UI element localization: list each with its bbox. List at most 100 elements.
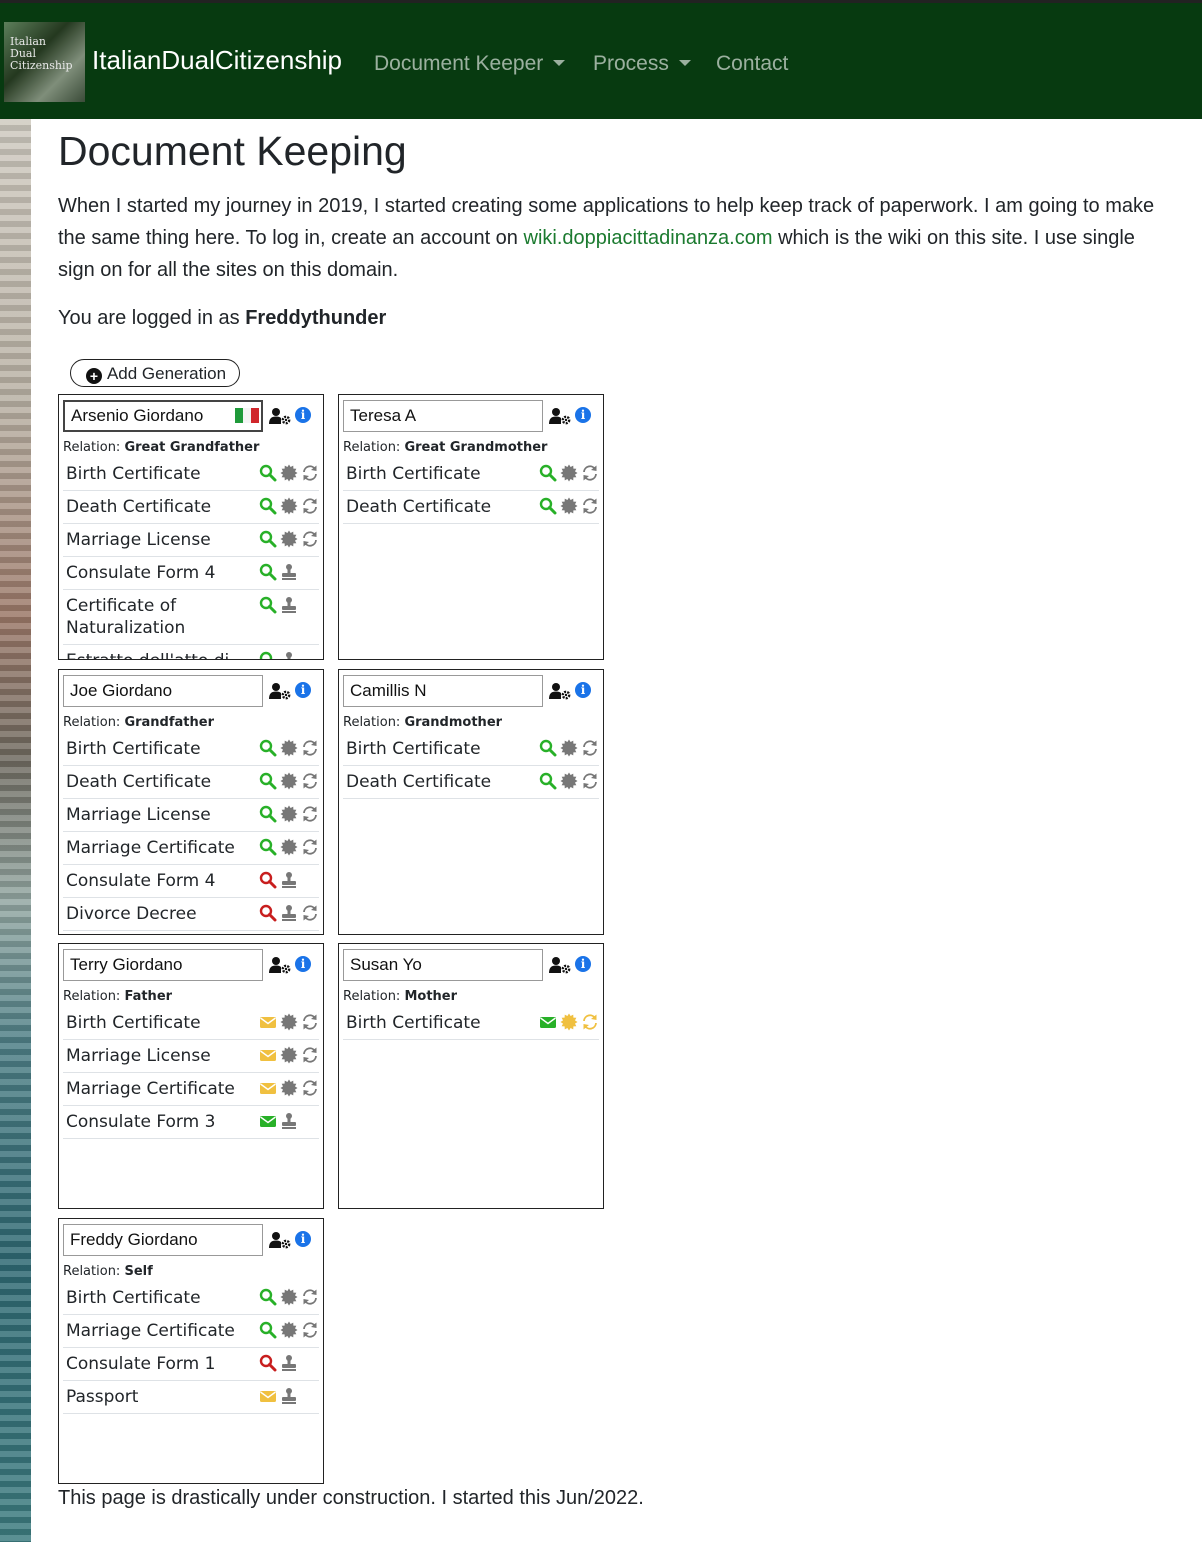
person-card: i Relation: Great Grandfather Birth Certif… [58,394,324,660]
nav-document-keeper[interactable]: Document Keeper [374,52,566,76]
relation-value: Great Grandmother [404,440,548,455]
user-settings-icon[interactable] [549,956,571,974]
search-icon[interactable] [259,805,277,823]
nav-document-keeper-label: Document Keeper [374,52,544,75]
user-settings-icon[interactable] [269,956,291,974]
nav-process[interactable]: Process [593,52,691,76]
apostille-icon[interactable] [280,1013,298,1031]
search-icon[interactable] [259,563,277,581]
translate-icon[interactable] [301,772,319,790]
search-icon[interactable] [259,772,277,790]
stamp-icon[interactable] [280,651,298,660]
search-icon[interactable] [259,1354,277,1372]
mail-icon[interactable] [259,1046,277,1064]
mail-icon[interactable] [539,1013,557,1031]
add-generation-button[interactable]: + Add Generation [70,359,240,387]
apostille-icon[interactable] [560,739,578,757]
search-icon[interactable] [259,1321,277,1339]
user-settings-icon[interactable] [269,1231,291,1249]
stamp-icon[interactable] [280,563,298,581]
translate-icon[interactable] [581,1013,599,1031]
translate-icon[interactable] [301,464,319,482]
translate-icon[interactable] [581,772,599,790]
apostille-icon[interactable] [280,739,298,757]
stamp-icon[interactable] [280,1354,298,1372]
person-name-input[interactable] [63,675,263,707]
stamp-icon[interactable] [280,904,298,922]
stamp-icon[interactable] [280,596,298,614]
translate-icon[interactable] [301,530,319,548]
info-icon[interactable]: i [575,682,591,698]
search-icon[interactable] [539,464,557,482]
search-icon[interactable] [259,739,277,757]
apostille-icon[interactable] [280,1046,298,1064]
stamp-icon[interactable] [280,1387,298,1405]
info-icon[interactable]: i [575,956,591,972]
search-icon[interactable] [259,596,277,614]
person-name-input[interactable] [343,400,543,432]
info-icon[interactable]: i [295,682,311,698]
translate-icon[interactable] [301,1046,319,1064]
translate-icon[interactable] [301,497,319,515]
user-settings-icon[interactable] [549,407,571,425]
search-icon[interactable] [539,497,557,515]
translate-icon[interactable] [581,739,599,757]
apostille-icon[interactable] [280,497,298,515]
apostille-icon[interactable] [280,1079,298,1097]
apostille-icon[interactable] [280,772,298,790]
search-icon[interactable] [259,1288,277,1306]
person-name-input[interactable] [63,949,263,981]
info-icon[interactable]: i [575,407,591,423]
apostille-icon[interactable] [280,1321,298,1339]
apostille-icon[interactable] [560,772,578,790]
apostille-icon[interactable] [560,464,578,482]
mail-icon[interactable] [259,1013,277,1031]
search-icon[interactable] [539,772,557,790]
site-logo[interactable]: Italian Dual Citizenship [4,22,85,102]
translate-icon[interactable] [301,1079,319,1097]
search-icon[interactable] [259,838,277,856]
translate-icon[interactable] [301,1013,319,1031]
search-icon[interactable] [259,871,277,889]
apostille-icon[interactable] [560,497,578,515]
mail-icon[interactable] [259,1079,277,1097]
translate-icon[interactable] [581,497,599,515]
translate-icon[interactable] [301,1321,319,1339]
person-name-input[interactable] [343,949,543,981]
mail-icon[interactable] [259,1112,277,1130]
person-name-input[interactable] [63,400,263,432]
search-icon[interactable] [259,464,277,482]
nav-contact[interactable]: Contact [716,52,788,76]
translate-icon[interactable] [301,1288,319,1306]
brand-name[interactable]: ItalianDualCitizenship [92,45,342,76]
apostille-icon[interactable] [280,805,298,823]
search-icon[interactable] [259,651,277,660]
apostille-icon[interactable] [280,838,298,856]
user-settings-icon[interactable] [269,682,291,700]
document-status-icons [255,739,319,759]
translate-icon[interactable] [301,838,319,856]
user-settings-icon[interactable] [269,407,291,425]
apostille-icon[interactable] [280,464,298,482]
info-icon[interactable]: i [295,407,311,423]
mail-icon[interactable] [259,1387,277,1405]
apostille-icon[interactable] [280,1288,298,1306]
person-name-input[interactable] [63,1224,263,1256]
user-settings-icon[interactable] [549,682,571,700]
translate-icon[interactable] [301,739,319,757]
search-icon[interactable] [259,904,277,922]
search-icon[interactable] [259,530,277,548]
stamp-icon[interactable] [280,871,298,889]
info-icon[interactable]: i [295,1231,311,1247]
translate-icon[interactable] [581,464,599,482]
apostille-icon[interactable] [280,530,298,548]
info-icon[interactable]: i [295,956,311,972]
stamp-icon[interactable] [280,1112,298,1130]
translate-icon[interactable] [301,805,319,823]
translate-icon[interactable] [301,904,319,922]
search-icon[interactable] [539,739,557,757]
wiki-link[interactable]: wiki.doppiacittadinanza.com [524,227,773,249]
apostille-icon[interactable] [560,1013,578,1031]
person-name-input[interactable] [343,675,543,707]
search-icon[interactable] [259,497,277,515]
